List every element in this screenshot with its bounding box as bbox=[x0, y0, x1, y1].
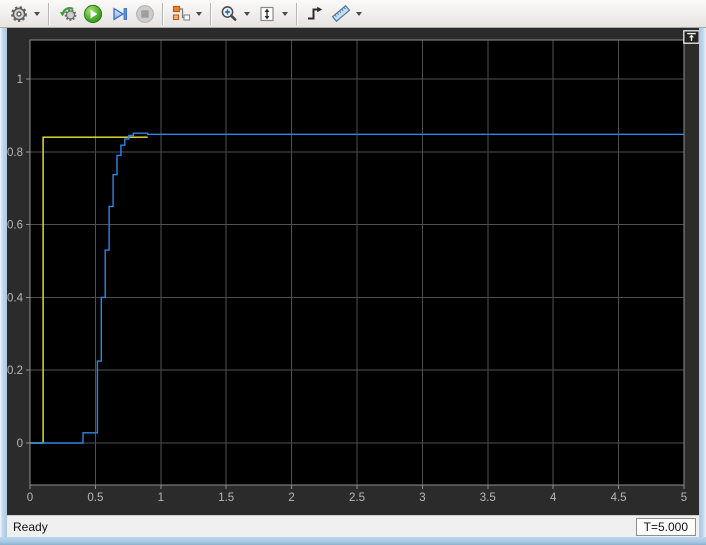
scope-window: 0 0.5 1 1.5 2 2.5 3 3.5 4 4.5 5 0 0.2 0.4 0.6 0.8 1 Read… bbox=[0, 0, 706, 545]
triggers-button[interactable] bbox=[303, 2, 327, 26]
dock-button[interactable] bbox=[683, 30, 700, 44]
x-tick-label: 2.5 bbox=[349, 492, 365, 504]
y-tick-label: 0.2 bbox=[7, 365, 23, 377]
parameters-dropdown-caret[interactable] bbox=[34, 11, 40, 16]
step-forward-icon bbox=[110, 5, 129, 23]
toolbar-separator bbox=[296, 2, 298, 25]
run-button[interactable] bbox=[81, 2, 105, 26]
x-tick-label: 3.5 bbox=[480, 492, 496, 504]
x-tick-label: 4.5 bbox=[611, 492, 627, 504]
x-tick-label: 4 bbox=[550, 492, 557, 504]
scale-axes-dropdown-caret[interactable] bbox=[282, 11, 288, 16]
stop-button[interactable] bbox=[133, 2, 157, 26]
y-tick-label: 0.8 bbox=[7, 147, 23, 159]
trigger-icon bbox=[306, 5, 324, 22]
toolbar-separator bbox=[48, 2, 50, 25]
ruler-icon bbox=[331, 4, 351, 23]
x-tick-label: 2 bbox=[288, 492, 294, 504]
x-tick-label: 1 bbox=[158, 492, 164, 504]
measurements-button[interactable] bbox=[329, 2, 353, 26]
toolbar bbox=[0, 0, 706, 28]
y-tick-label: 0.4 bbox=[7, 292, 24, 304]
simulation-time-field: T=5.000 bbox=[635, 517, 696, 536]
scope-canvas[interactable]: 0 0.5 1 1.5 2 2.5 3 3.5 4 4.5 5 0 0.2 0.4 0.6 0.8 1 bbox=[7, 28, 700, 515]
status-bar: Ready T=5.000 bbox=[7, 515, 699, 537]
step-forward-button[interactable] bbox=[107, 2, 131, 26]
blocks-icon bbox=[172, 5, 191, 22]
stop-icon bbox=[135, 4, 155, 24]
toolbar-separator bbox=[162, 2, 164, 25]
zoom-in-icon bbox=[220, 5, 238, 23]
step-back-button[interactable] bbox=[55, 2, 79, 26]
step-back-icon bbox=[58, 5, 77, 22]
x-tick-label: 0 bbox=[27, 492, 33, 504]
run-icon bbox=[83, 4, 103, 24]
y-tick-label: 1 bbox=[17, 74, 23, 86]
dock-icon bbox=[683, 30, 700, 44]
window-frame-right bbox=[699, 28, 706, 537]
y-tick-label: 0.6 bbox=[7, 220, 23, 232]
zoom-dropdown-caret[interactable] bbox=[244, 11, 250, 16]
window-frame-bottom bbox=[0, 537, 706, 545]
x-tick-label: 0.5 bbox=[87, 492, 103, 504]
span-icon bbox=[258, 5, 276, 23]
x-tick-label: 3 bbox=[419, 492, 425, 504]
parameters-button[interactable] bbox=[7, 2, 31, 26]
toolbar-separator bbox=[210, 2, 212, 25]
status-text: Ready bbox=[13, 519, 48, 534]
gear-icon bbox=[10, 5, 28, 23]
x-tick-label: 5 bbox=[681, 492, 687, 504]
scale-axes-button[interactable] bbox=[255, 2, 279, 26]
window-frame-left bbox=[0, 28, 7, 537]
signal-plot[interactable]: 0 0.5 1 1.5 2 2.5 3 3.5 4 4.5 5 0 0.2 0.4 0.6 0.8 1 bbox=[7, 28, 699, 515]
simulink-snapshot-button[interactable] bbox=[169, 2, 193, 26]
zoom-in-button[interactable] bbox=[217, 2, 241, 26]
measurements-dropdown-caret[interactable] bbox=[356, 11, 362, 16]
x-tick-label: 1.5 bbox=[218, 492, 234, 504]
snapshot-dropdown-caret[interactable] bbox=[196, 11, 202, 16]
y-tick-label: 0 bbox=[17, 438, 23, 450]
